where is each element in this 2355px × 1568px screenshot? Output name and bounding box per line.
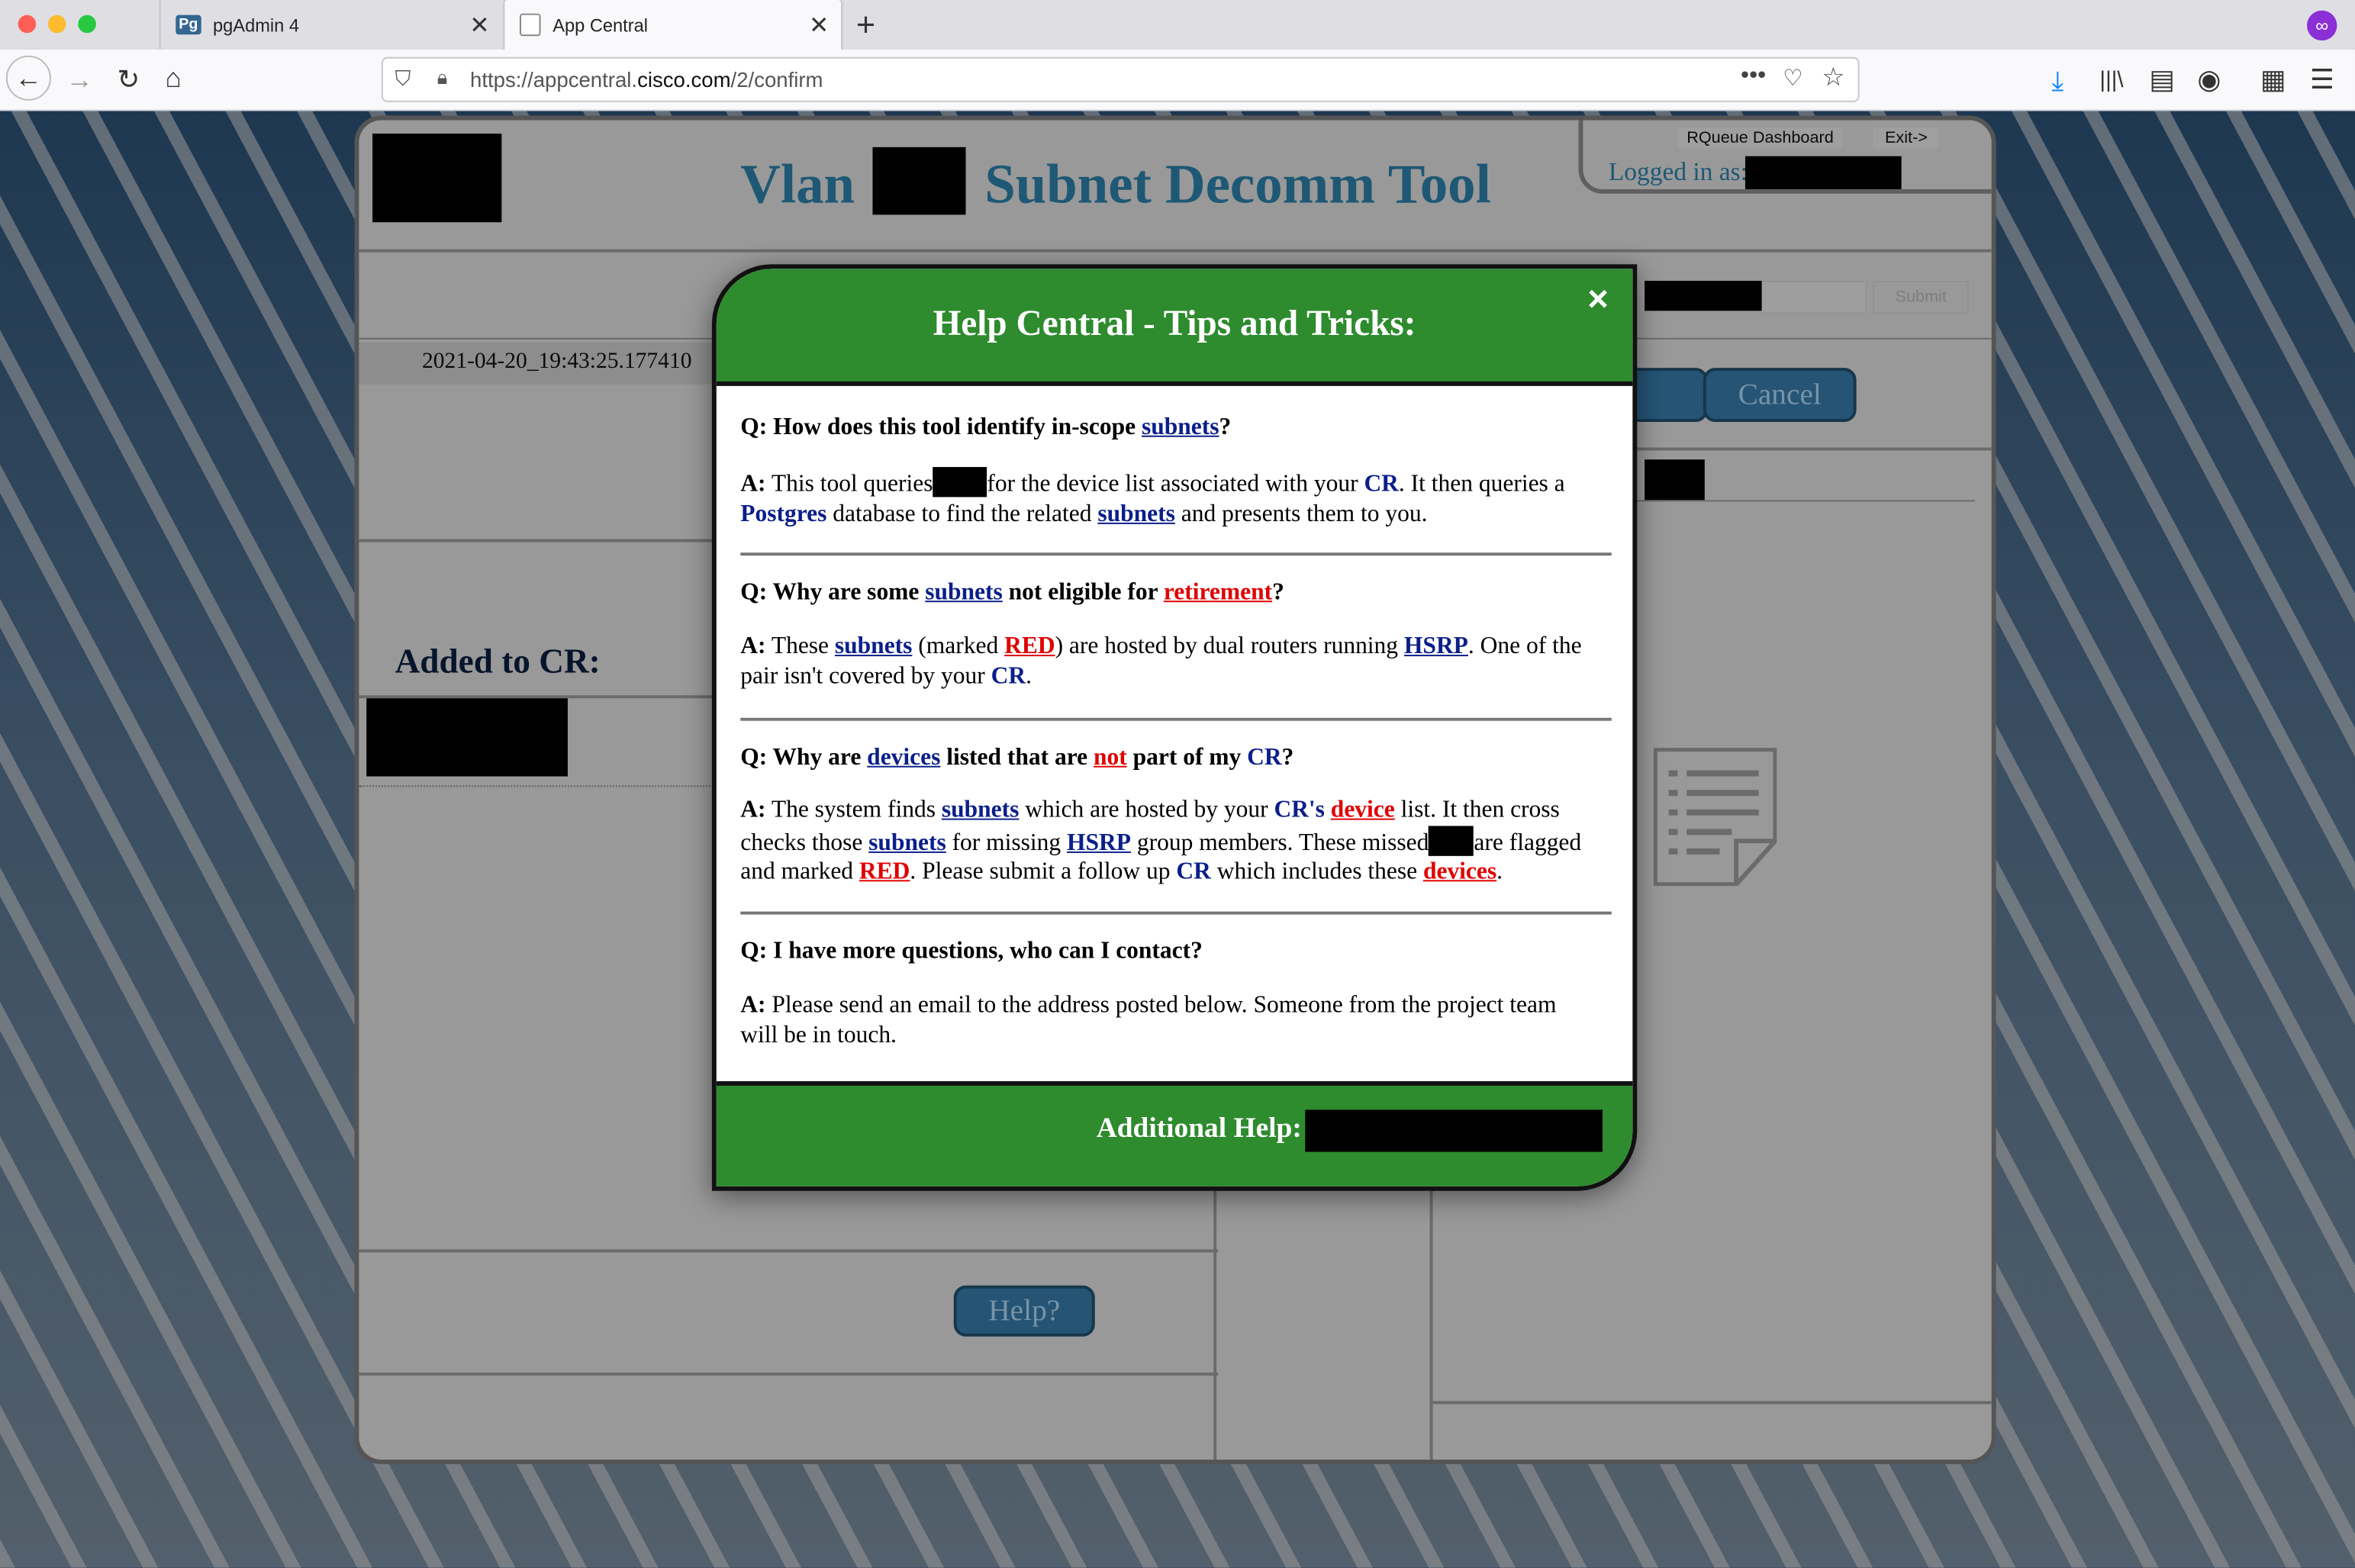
maximize-window-button[interactable] — [78, 14, 96, 34]
url-text[interactable]: https://appcentral.cisco.com/2/confirm — [470, 68, 823, 92]
devices-link[interactable]: devices — [867, 745, 940, 770]
tab-app-central[interactable]: App Central ✕ — [504, 0, 842, 50]
devices-link[interactable]: devices — [1423, 859, 1496, 884]
extensions-icon[interactable]: ▦ — [2260, 65, 2286, 95]
red-link[interactable]: RED — [859, 859, 910, 884]
answer-4: A: Please send an email to the address p… — [740, 992, 1557, 1048]
question-4: Q: I have more questions, who can I cont… — [740, 939, 1203, 964]
pocket-icon[interactable]: ♡ — [1783, 65, 1802, 92]
downloads-icon[interactable]: ⤓ — [2051, 66, 2063, 96]
tab-label: App Central — [553, 14, 648, 36]
reload-icon[interactable]: ↻ — [118, 65, 140, 95]
close-icon[interactable]: × — [1587, 279, 1609, 321]
modal-footer: Additional Help: — [716, 1081, 1633, 1186]
lock-icon[interactable]: 🔒︎ — [437, 66, 448, 90]
url-bar[interactable]: ⛉ 🔒︎ https://appcentral.cisco.com/2/conf… — [381, 56, 1860, 102]
home-icon[interactable]: ⌂ — [165, 63, 181, 93]
subnets-link[interactable]: subnets — [925, 580, 1003, 605]
help-modal: Help Central - Tips and Tricks: × Q: How… — [711, 264, 1638, 1191]
question-1: Q: How does this tool identify in-scope … — [740, 414, 1232, 440]
redacted-email — [1305, 1109, 1603, 1152]
back-icon[interactable]: ← — [5, 55, 51, 101]
red-link[interactable]: RED — [1004, 634, 1055, 659]
close-tab-icon[interactable]: ✕ — [469, 10, 489, 40]
answer-3: A: The system finds subnets which are ho… — [740, 797, 1582, 885]
answer-1: A: This tool queries for the device list … — [740, 467, 1612, 529]
subnets-link[interactable]: subnets — [868, 829, 946, 855]
modal-header: Help Central - Tips and Tricks: × — [716, 269, 1633, 386]
redacted-term — [1429, 825, 1474, 855]
library-icon[interactable]: |||\ — [2099, 66, 2123, 96]
forward-icon[interactable]: → — [66, 65, 93, 95]
retirement-link[interactable]: retirement — [1164, 580, 1272, 605]
additional-help-label: Additional Help: — [1096, 1112, 1302, 1145]
question-3: Q: Why are devices listed that are not p… — [740, 745, 1294, 771]
close-window-button[interactable] — [18, 14, 37, 34]
subnets-link[interactable]: subnets — [1142, 414, 1219, 439]
tab-pgadmin[interactable]: Pg pgAdmin 4 ✕ — [159, 0, 502, 50]
subnets-link[interactable]: subnets — [835, 634, 913, 659]
hsrp-link[interactable]: HSRP — [1404, 634, 1468, 659]
page-actions-icon[interactable]: ••• — [1741, 63, 1766, 90]
sidebar-icon[interactable]: ▤ — [2149, 65, 2174, 95]
page-icon — [519, 13, 541, 37]
subnets-link[interactable]: subnets — [1097, 501, 1175, 526]
device-link[interactable]: device — [1331, 797, 1395, 823]
modal-title: Help Central - Tips and Tricks: — [933, 304, 1416, 344]
not-link[interactable]: not — [1094, 745, 1127, 770]
menu-icon[interactable]: ☰ — [2310, 65, 2334, 95]
bookmark-star-icon[interactable]: ☆ — [1822, 63, 1844, 93]
new-tab-icon[interactable]: + — [856, 6, 875, 45]
divider — [740, 717, 1612, 721]
question-2: Q: Why are some subnets not eligible for… — [740, 579, 1284, 606]
minimize-window-button[interactable] — [47, 14, 66, 34]
account-icon[interactable]: ◉ — [2197, 65, 2221, 95]
divider — [740, 911, 1612, 915]
private-browsing-icon: ∞ — [2307, 10, 2337, 41]
divider — [740, 552, 1612, 556]
tracking-shield-icon[interactable]: ⛉ — [395, 66, 411, 92]
redacted-source — [933, 467, 987, 497]
close-tab-icon[interactable]: ✕ — [809, 10, 829, 40]
subnets-link[interactable]: subnets — [942, 797, 1020, 823]
answer-2: A: These subnets (marked RED) are hosted… — [740, 633, 1582, 689]
pgadmin-icon: Pg — [176, 14, 201, 35]
hsrp-link[interactable]: HSRP — [1067, 829, 1131, 855]
tab-label: pgAdmin 4 — [213, 14, 299, 36]
tab-bar: Pg pgAdmin 4 ✕ App Central ✕ + ∞ — [0, 0, 2355, 50]
